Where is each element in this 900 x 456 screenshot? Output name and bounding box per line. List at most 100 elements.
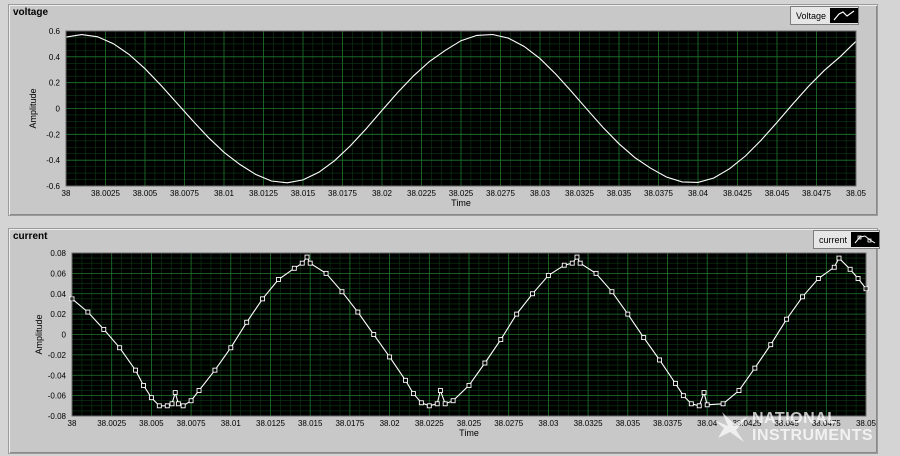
current-data-point bbox=[299, 260, 305, 266]
voltage-x-tick-label: 38 bbox=[62, 189, 71, 198]
voltage-y-tick-label: -0.4 bbox=[46, 156, 60, 165]
current-data-point bbox=[569, 260, 575, 266]
current-y-tick-label: -0.08 bbox=[48, 412, 67, 421]
current-data-point bbox=[244, 319, 250, 325]
current-data-point bbox=[387, 354, 393, 360]
voltage-x-tick-label: 38.0375 bbox=[644, 189, 673, 198]
voltage-x-tick-label: 38.0225 bbox=[407, 189, 436, 198]
current-x-tick-label: 38.035 bbox=[616, 419, 641, 428]
current-data-point bbox=[704, 402, 710, 408]
current-y-tick-label: 0.04 bbox=[50, 290, 66, 299]
voltage-y-tick-label: -0.6 bbox=[46, 182, 60, 191]
current-x-tick-label: 38.0475 bbox=[812, 419, 841, 428]
voltage-x-tick-label: 38.045 bbox=[765, 189, 790, 198]
current-data-point bbox=[609, 289, 615, 295]
current-x-tick-label: 38.03 bbox=[538, 419, 559, 428]
current-data-point bbox=[831, 264, 837, 270]
current-data-point bbox=[800, 294, 805, 300]
current-y-tick-label: -0.06 bbox=[48, 392, 67, 401]
current-data-point bbox=[188, 398, 194, 404]
current-x-tick-label: 38 bbox=[68, 419, 77, 428]
current-data-point bbox=[847, 266, 853, 272]
current-data-point bbox=[101, 326, 107, 332]
current-data-point bbox=[275, 277, 281, 282]
voltage-x-tick-label: 38.0325 bbox=[565, 189, 594, 198]
current-data-point bbox=[688, 401, 694, 407]
voltage-graph-panel: voltage Voltage 38 38.0025 38.005 38.0075 38… bbox=[8, 4, 878, 216]
voltage-x-tick-label: 38.035 bbox=[607, 189, 632, 198]
current-x-tick-label: 38.0275 bbox=[494, 419, 523, 428]
current-x-tick-label: 38.0325 bbox=[574, 419, 603, 428]
current-data-point bbox=[720, 401, 726, 407]
current-data-point bbox=[291, 265, 297, 271]
current-y-axis-label: Amplitude bbox=[34, 314, 44, 354]
voltage-x-tick-label: 38.0475 bbox=[802, 189, 831, 198]
current-y-tick-label: 0.08 bbox=[50, 249, 66, 258]
current-data-point bbox=[466, 382, 472, 388]
current-y-tick-label: 0 bbox=[62, 331, 67, 340]
current-data-point bbox=[593, 270, 599, 276]
current-data-point bbox=[836, 255, 842, 261]
current-x-tick-label: 38.0425 bbox=[732, 419, 761, 428]
current-data-point bbox=[574, 254, 580, 260]
current-data-point bbox=[339, 289, 345, 295]
current-data-point bbox=[418, 400, 424, 406]
current-data-point bbox=[156, 403, 162, 409]
current-data-point bbox=[85, 309, 91, 315]
voltage-chart: 38 38.0025 38.005 38.0075 38.01 38.0125 38.015… bbox=[28, 27, 867, 208]
voltage-y-axis-label: Amplitude bbox=[28, 88, 38, 128]
current-x-tick-label: 38.04 bbox=[697, 419, 718, 428]
current-x-tick-label: 38.015 bbox=[298, 419, 323, 428]
current-x-tick-label: 38.02 bbox=[380, 419, 401, 428]
current-data-point bbox=[855, 276, 861, 281]
current-data-point bbox=[641, 335, 647, 341]
current-x-tick-label: 38.0175 bbox=[335, 419, 364, 428]
current-y-tick-label: -0.04 bbox=[48, 371, 67, 380]
current-data-point bbox=[450, 398, 456, 404]
voltage-x-tick-label: 38.02 bbox=[372, 189, 393, 198]
current-data-point bbox=[680, 393, 686, 399]
current-data-point bbox=[403, 377, 408, 383]
current-y-tick-label: 0.02 bbox=[50, 310, 66, 319]
current-data-point bbox=[117, 345, 123, 351]
current-data-point bbox=[657, 357, 663, 363]
current-data-point bbox=[672, 380, 678, 386]
current-data-point bbox=[355, 309, 361, 315]
current-x-tick-label: 38.05 bbox=[856, 419, 877, 428]
current-data-point bbox=[323, 270, 329, 276]
current-data-point bbox=[212, 367, 218, 373]
current-data-point bbox=[768, 342, 774, 348]
current-x-tick-label: 38.0025 bbox=[97, 419, 126, 428]
voltage-x-axis-label: Time bbox=[451, 198, 471, 208]
current-data-point bbox=[696, 403, 702, 409]
current-data-point bbox=[304, 254, 310, 260]
current-data-point bbox=[148, 395, 154, 401]
current-data-point bbox=[514, 311, 520, 317]
current-data-point bbox=[260, 296, 266, 302]
current-data-point bbox=[410, 391, 416, 397]
voltage-y-tick-label: 0.4 bbox=[49, 53, 61, 62]
voltage-x-tick-label: 38.04 bbox=[688, 189, 709, 198]
current-data-point bbox=[442, 401, 448, 407]
current-data-point bbox=[371, 332, 377, 337]
current-data-point bbox=[482, 360, 488, 366]
current-data-point bbox=[426, 403, 432, 409]
voltage-x-tick-label: 38.05 bbox=[846, 189, 867, 198]
current-data-point bbox=[784, 316, 790, 322]
current-x-tick-label: 38.0075 bbox=[177, 419, 206, 428]
current-y-tick-label: 0.06 bbox=[50, 269, 66, 278]
voltage-y-tick-label: 0 bbox=[56, 105, 61, 114]
current-x-axis-label: Time bbox=[459, 428, 479, 438]
current-y-tick-label: -0.02 bbox=[48, 351, 67, 360]
current-data-point bbox=[228, 345, 234, 351]
voltage-x-tick-label: 38.0025 bbox=[91, 189, 120, 198]
current-data-point bbox=[545, 272, 551, 278]
current-x-tick-label: 38.0225 bbox=[415, 419, 444, 428]
current-chart: 38 38.0025 38.005 38.0075 38.01 38.0125 38.015… bbox=[34, 249, 877, 438]
current-graph-panel: current current 38 38.0025 38.005 38.0075 38… bbox=[8, 228, 881, 454]
current-data-point bbox=[141, 382, 146, 388]
current-data-point bbox=[498, 337, 504, 343]
current-data-point bbox=[133, 367, 138, 373]
current-data-point bbox=[169, 401, 175, 407]
current-data-point bbox=[434, 401, 440, 407]
